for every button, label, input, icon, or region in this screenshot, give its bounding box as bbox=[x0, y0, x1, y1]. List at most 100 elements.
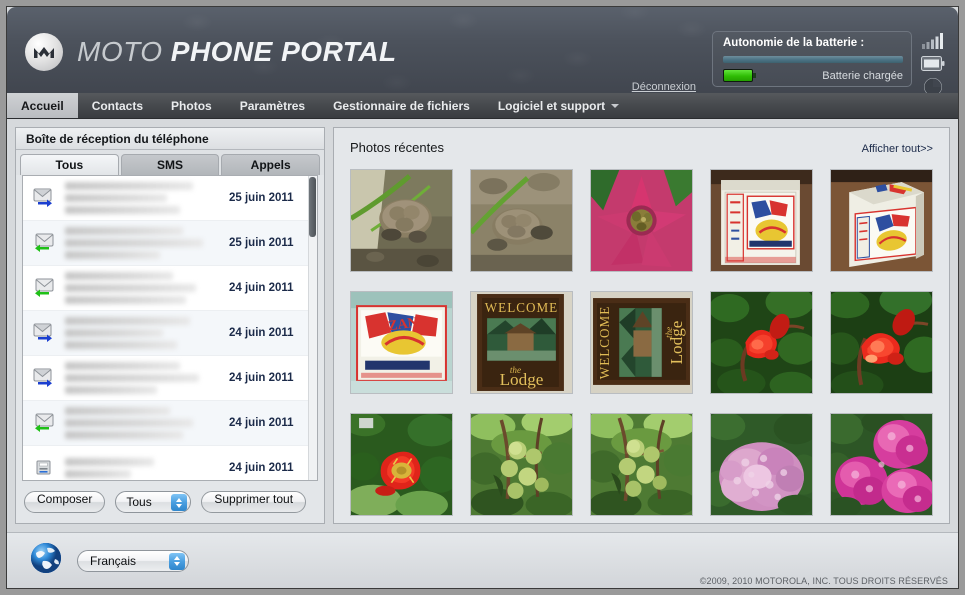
nav-item-accueil[interactable]: Accueil bbox=[7, 93, 78, 118]
copyright-text: ©2009, 2010 MOTOROLA, INC. TOUS DROITS R… bbox=[699, 576, 948, 586]
message-preview-blurred bbox=[61, 223, 229, 263]
photo-thumbnail[interactable] bbox=[710, 169, 813, 272]
message-date: 24 juin 2011 bbox=[229, 417, 294, 429]
language-value: Français bbox=[90, 553, 137, 568]
message-date: 25 juin 2011 bbox=[229, 237, 294, 249]
svg-text:Lodge: Lodge bbox=[667, 320, 686, 364]
nav-label: Contacts bbox=[91, 98, 144, 113]
signal-bars-icon[interactable] bbox=[918, 29, 948, 52]
envelope-incoming-icon bbox=[29, 277, 61, 299]
photo-thumbnail[interactable]: WELCOME the Lodge bbox=[590, 291, 693, 394]
inbox-tabs: Tous SMS Appels bbox=[16, 150, 324, 175]
envelope-incoming-icon bbox=[29, 232, 61, 254]
recent-photos-title: Photos récentes bbox=[350, 140, 444, 155]
message-preview-blurred bbox=[61, 313, 229, 353]
brand-main: PHONE PORTAL bbox=[170, 36, 397, 67]
brand-title: MOTO PHONE PORTAL bbox=[77, 36, 397, 68]
app-footer: Français ©2009, 2010 MOTOROLA, INC. TOUS… bbox=[7, 532, 958, 588]
message-list-scrollbar[interactable] bbox=[308, 176, 317, 480]
language-select[interactable]: Français bbox=[77, 549, 189, 572]
photo-thumbnail-grid: ZAN WELCOME the Lodge WELCOME the Lodge bbox=[350, 169, 933, 516]
tab-sms[interactable]: SMS bbox=[120, 154, 220, 175]
brand: MOTO PHONE PORTAL bbox=[25, 33, 397, 71]
stepper-arrows-icon[interactable] bbox=[169, 552, 185, 570]
message-date: 24 juin 2011 bbox=[229, 462, 294, 474]
photo-thumbnail[interactable] bbox=[590, 169, 693, 272]
message-row[interactable]: 25 juin 2011 bbox=[23, 176, 317, 221]
nav-label: Gestionnaire de fichiers bbox=[333, 98, 470, 113]
message-row[interactable]: 24 juin 2011 bbox=[23, 401, 317, 446]
message-date: 24 juin 2011 bbox=[229, 327, 294, 339]
battery-title: Autonomie de la batterie : bbox=[723, 37, 865, 49]
nav-label: Accueil bbox=[21, 98, 64, 113]
message-row[interactable]: 25 juin 2011 bbox=[23, 221, 317, 266]
inbox-panel: Boîte de réception du téléphone Tous SMS… bbox=[15, 127, 325, 524]
battery-progress-bar bbox=[723, 56, 903, 63]
message-row[interactable]: 24 juin 2011 bbox=[23, 266, 317, 311]
delete-all-button[interactable]: Supprimer tout bbox=[201, 491, 307, 513]
message-preview-blurred bbox=[61, 178, 229, 218]
battery-widget: Autonomie de la batterie : Batterie char… bbox=[712, 31, 912, 87]
memory-pie-icon[interactable] bbox=[918, 75, 948, 93]
battery-progress-fill bbox=[723, 56, 903, 63]
message-filter-value: Tous bbox=[126, 495, 152, 509]
photo-thumbnail[interactable]: WELCOME the Lodge bbox=[470, 291, 573, 394]
tab-tous[interactable]: Tous bbox=[20, 154, 119, 175]
envelope-outgoing-icon bbox=[29, 322, 61, 344]
globe-icon bbox=[29, 541, 63, 580]
message-preview-blurred bbox=[61, 454, 229, 480]
recent-photos-header: Photos récentes Afficher tout>> bbox=[350, 140, 933, 155]
battery-status-text: Batterie chargée bbox=[822, 70, 903, 82]
photo-thumbnail[interactable]: ZAN bbox=[350, 291, 453, 394]
nav-item-gestionnaire-de-fichiers[interactable]: Gestionnaire de fichiers bbox=[319, 93, 484, 118]
svg-text:WELCOME: WELCOME bbox=[485, 300, 558, 315]
scrollbar-thumb[interactable] bbox=[309, 177, 316, 237]
chevron-down-icon bbox=[611, 103, 620, 108]
photo-thumbnail[interactable] bbox=[470, 169, 573, 272]
svg-text:Lodge: Lodge bbox=[500, 370, 544, 389]
compose-button[interactable]: Composer bbox=[24, 491, 106, 513]
inbox-panel-title: Boîte de réception du téléphone bbox=[16, 128, 324, 150]
envelope-incoming-icon bbox=[29, 412, 61, 434]
tab-appels[interactable]: Appels bbox=[221, 154, 321, 175]
message-row[interactable]: 24 juin 2011 bbox=[23, 446, 317, 480]
recent-photos-panel: Photos récentes Afficher tout>> ZAN WELC… bbox=[333, 127, 950, 524]
app-header: MOTO PHONE PORTAL Déconnexion Autonomie … bbox=[7, 7, 958, 93]
nav-item-photos[interactable]: Photos bbox=[157, 93, 226, 118]
photo-thumbnail[interactable] bbox=[710, 291, 813, 394]
view-all-photos-link[interactable]: Afficher tout>> bbox=[862, 143, 933, 155]
logout-link[interactable]: Déconnexion bbox=[632, 81, 696, 93]
motorola-m-logo bbox=[25, 33, 63, 71]
message-date: 24 juin 2011 bbox=[229, 282, 294, 294]
message-row[interactable]: 24 juin 2011 bbox=[23, 356, 317, 401]
nav-label: Paramètres bbox=[239, 98, 306, 113]
stepper-arrows-icon[interactable] bbox=[171, 494, 188, 511]
message-list: 25 juin 2011 25 juin 2011 24 juin 2011 2… bbox=[22, 175, 318, 481]
app-window: MOTO PHONE PORTAL Déconnexion Autonomie … bbox=[6, 6, 959, 589]
battery-icon[interactable] bbox=[918, 52, 948, 75]
content-area: Boîte de réception du téléphone Tous SMS… bbox=[7, 119, 958, 532]
nav-item-parametres[interactable]: Paramètres bbox=[226, 93, 319, 118]
svg-text:WELCOME: WELCOME bbox=[597, 306, 612, 379]
photo-thumbnail[interactable] bbox=[470, 413, 573, 516]
photo-thumbnail[interactable] bbox=[710, 413, 813, 516]
main-navigation: Accueil Contacts Photos Paramètres Gesti… bbox=[7, 93, 958, 119]
message-filter-select[interactable]: Tous bbox=[115, 491, 192, 513]
photo-thumbnail[interactable] bbox=[830, 413, 933, 516]
message-preview-blurred bbox=[61, 268, 229, 308]
nav-label: Photos bbox=[171, 98, 212, 113]
envelope-outgoing-icon bbox=[29, 187, 61, 209]
message-preview-blurred bbox=[61, 358, 229, 398]
photo-thumbnail[interactable] bbox=[350, 413, 453, 516]
photo-thumbnail[interactable] bbox=[350, 169, 453, 272]
photo-thumbnail[interactable] bbox=[830, 291, 933, 394]
status-icon-group bbox=[918, 29, 948, 93]
nav-item-contacts[interactable]: Contacts bbox=[78, 93, 157, 118]
envelope-outgoing-icon bbox=[29, 367, 61, 389]
photo-thumbnail[interactable] bbox=[830, 169, 933, 272]
photo-thumbnail[interactable] bbox=[590, 413, 693, 516]
message-row[interactable]: 24 juin 2011 bbox=[23, 311, 317, 356]
message-date: 25 juin 2011 bbox=[229, 192, 294, 204]
nav-item-logiciel-et-support[interactable]: Logiciel et support bbox=[484, 93, 633, 118]
nav-label: Logiciel et support bbox=[497, 98, 606, 113]
